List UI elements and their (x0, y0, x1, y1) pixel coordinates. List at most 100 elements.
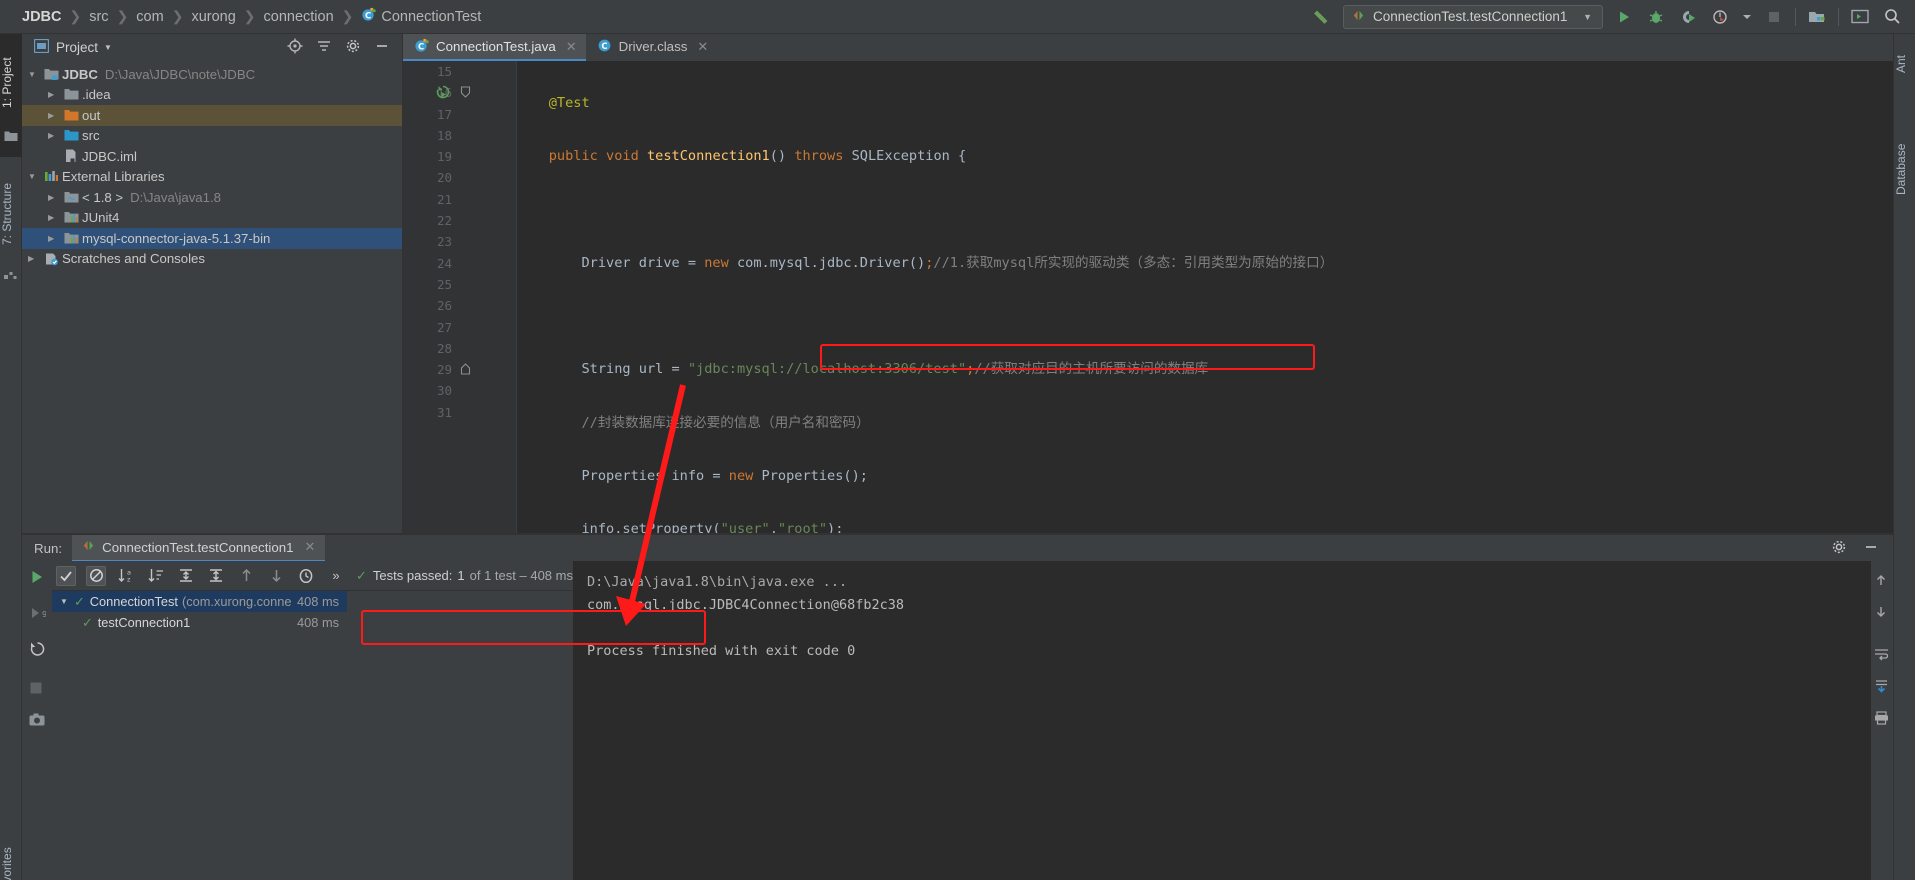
run-configuration-selector[interactable]: ConnectionTest.testConnection1 ▼ (1343, 4, 1603, 29)
next-failed-button[interactable] (266, 566, 286, 586)
more-button[interactable]: » (326, 566, 346, 586)
scroll-down-icon[interactable] (1874, 605, 1890, 621)
chevron-down-icon[interactable]: ▼ (60, 597, 74, 606)
breadcrumb-separator: ❯ (243, 8, 256, 24)
line-number-gutter: 15 16 17 18 19 20 21 22 23 24 25 26 27 2… (403, 61, 460, 534)
gear-icon[interactable] (345, 38, 361, 57)
folder-source-icon (64, 129, 82, 142)
chevron-right-icon[interactable]: ▶ (48, 213, 64, 222)
rerun-tests-icon[interactable] (29, 641, 46, 658)
project-structure-button[interactable] (1806, 6, 1828, 28)
search-everywhere-button[interactable] (1881, 6, 1903, 28)
tree-item-external-libraries[interactable]: ▼ External Libraries (22, 167, 402, 188)
debug-button[interactable] (1645, 6, 1667, 28)
rerun-failed-icon[interactable]: 9 (29, 605, 47, 622)
tree-item-mysql-connector[interactable]: ▶ mysql-connector-java-5.1.37-bin (22, 228, 402, 249)
structure-icon[interactable] (4, 270, 18, 284)
close-icon[interactable]: ✕ (697, 39, 708, 55)
tree-item-idea[interactable]: ▶ .idea (22, 85, 402, 106)
test-duration: 408 ms (297, 615, 339, 630)
chevron-right-icon[interactable]: ▶ (48, 90, 64, 99)
camera-icon[interactable] (29, 713, 46, 730)
chevron-down-icon[interactable]: ▼ (28, 70, 44, 79)
minus-icon[interactable] (1863, 539, 1879, 558)
scroll-end-icon[interactable] (1874, 679, 1890, 695)
target-icon[interactable] (287, 38, 303, 57)
close-icon[interactable]: ✕ (566, 39, 577, 55)
tree-item-jdbc-iml[interactable]: ▶ JDBC.iml (22, 146, 402, 167)
check-icon: ✓ (82, 614, 93, 630)
sidebar-item-project[interactable]: 1: Project (0, 40, 22, 126)
sort-az-button[interactable]: az (116, 566, 136, 586)
editor-area: C ConnectionTest.java ✕ C Driver.class ✕… (403, 34, 1915, 534)
chevron-down-icon[interactable]: ▼ (104, 43, 112, 52)
breadcrumb-item-connection[interactable]: connection (256, 9, 342, 25)
rerun-button[interactable] (29, 569, 46, 586)
chevron-down-icon[interactable] (1741, 6, 1753, 28)
breadcrumb-item-xurong[interactable]: xurong (183, 9, 243, 25)
test-tree[interactable]: ▼ ✓ ConnectionTest (com.xurong.conne 408… (52, 591, 347, 633)
chevron-down-icon[interactable]: ▼ (1583, 12, 1592, 22)
breadcrumb-item-com[interactable]: com (128, 9, 171, 25)
scroll-up-icon[interactable] (1874, 573, 1890, 589)
collapse-icon[interactable] (316, 38, 332, 57)
sidebar-item-ant[interactable]: Ant (1894, 44, 1915, 84)
chevron-right-icon[interactable]: ▶ (28, 254, 44, 263)
breadcrumb-item-jdbc[interactable]: JDBC (14, 9, 69, 25)
tree-item-label: External Libraries (62, 169, 165, 185)
run-button[interactable] (1613, 6, 1635, 28)
project-files-icon[interactable] (4, 130, 18, 144)
fold-end-icon[interactable] (460, 363, 471, 378)
breadcrumb-separator: ❯ (341, 8, 354, 24)
test-history-button[interactable] (296, 566, 316, 586)
status-count: 1 (457, 568, 465, 583)
chevron-right-icon[interactable]: ▶ (48, 131, 64, 140)
tree-item-junit4[interactable]: ▶ JUnit4 (22, 208, 402, 229)
tree-item-scratches[interactable]: ▶ Scratches and Consoles (22, 249, 402, 270)
test-results-column: az » ✓ Tests passed: 1 of 1 test – 408 m… (52, 561, 573, 880)
line-number: 27 (436, 319, 452, 335)
collapse-all-button[interactable] (206, 566, 226, 586)
profiler-button[interactable] (1709, 6, 1731, 28)
chevron-right-icon[interactable]: ▶ (48, 234, 64, 243)
prev-failed-button[interactable] (236, 566, 256, 586)
chevron-down-icon[interactable]: ▼ (28, 172, 44, 181)
sidebar-item-favorites[interactable]: 2: Favorites (0, 844, 22, 880)
test-tree-row-connectiontest[interactable]: ▼ ✓ ConnectionTest (com.xurong.conne 408… (52, 591, 347, 612)
tree-item-jdk[interactable]: ▶ < 1.8 > D:\Java\java1.8 (22, 187, 402, 208)
run-tab-connectiontest[interactable]: ConnectionTest.testConnection1 ✕ (72, 534, 326, 562)
tab-driver-class[interactable]: C Driver.class ✕ (586, 34, 718, 61)
chevron-right-icon[interactable]: ▶ (48, 193, 64, 202)
hammer-icon[interactable] (1311, 6, 1333, 28)
sort-duration-button[interactable] (146, 566, 166, 586)
terminal-button[interactable] (1849, 6, 1871, 28)
breadcrumb-item-connectiontest[interactable]: C ConnectionTest (353, 7, 489, 26)
sidebar-item-database[interactable]: Database (1894, 129, 1915, 209)
chevron-right-icon[interactable]: ▶ (48, 111, 64, 120)
print-icon[interactable] (1874, 711, 1890, 727)
minus-icon[interactable] (374, 38, 390, 57)
tab-connectiontest-java[interactable]: C ConnectionTest.java ✕ (403, 34, 586, 61)
fold-icon[interactable] (460, 86, 471, 101)
tree-item-out[interactable]: ▶ out (22, 105, 402, 126)
run-test-icon[interactable] (436, 85, 450, 102)
wrap-icon[interactable] (1874, 647, 1890, 663)
test-tree-row-testconnection1[interactable]: ✓ testConnection1 408 ms (52, 612, 347, 633)
close-icon[interactable]: ✕ (305, 539, 316, 555)
sidebar-item-structure[interactable]: 7: Structure (0, 164, 22, 264)
code-content[interactable]: @Test public void testConnection1() thro… (516, 61, 1915, 534)
code-editor[interactable]: 15 16 17 18 19 20 21 22 23 24 25 26 27 2… (403, 61, 1915, 534)
tree-item-src[interactable]: ▶ src (22, 126, 402, 147)
show-ignored-toggle[interactable] (86, 565, 106, 586)
tree-item-jdbc[interactable]: ▼ JDBC D:\Java\JDBC\note\JDBC (22, 64, 402, 85)
svg-text:z: z (127, 576, 131, 584)
stop-icon[interactable] (29, 681, 46, 698)
expand-all-button[interactable] (176, 566, 196, 586)
breadcrumb-item-src[interactable]: src (81, 9, 116, 25)
stop-button[interactable] (1763, 6, 1785, 28)
module-folder-icon (44, 68, 62, 81)
run-with-coverage-button[interactable] (1677, 6, 1699, 28)
show-passed-toggle[interactable] (56, 565, 76, 586)
gear-icon[interactable] (1831, 539, 1847, 558)
console-output[interactable]: D:\Java\java1.8\bin\java.exe ... com.mys… (572, 561, 1893, 880)
